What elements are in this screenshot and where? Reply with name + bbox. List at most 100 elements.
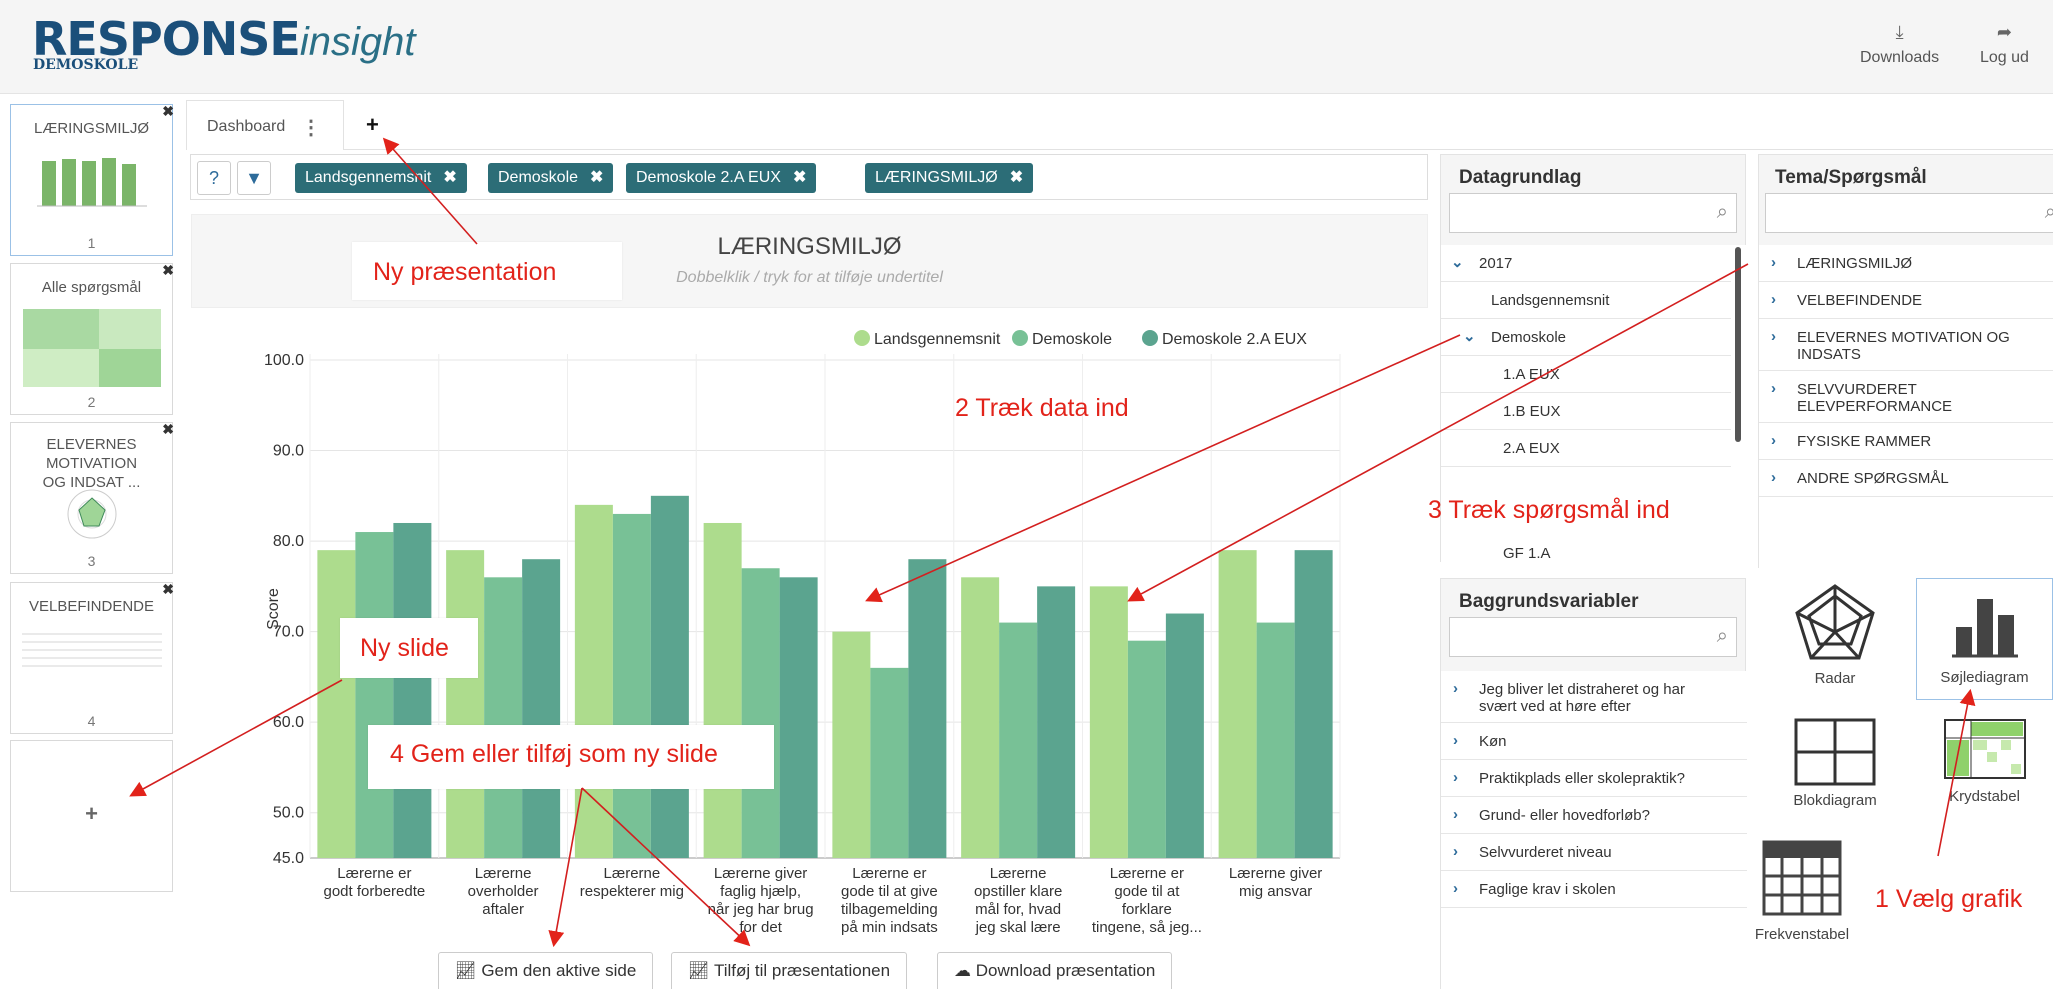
x-tick-label: mig ansvar	[1239, 883, 1312, 900]
x-tick-label: overholder	[468, 883, 539, 900]
filter-bar: ? ▼ Landsgennemsnit ✖ Demoskole ✖ Demoskol…	[190, 154, 1428, 200]
tema-item[interactable]: › SELVVURDERET ELEVPERFORMANCE	[1759, 371, 2053, 423]
baggrund-item[interactable]: › Jeg bliver let distraheret og har svært…	[1441, 671, 1747, 723]
block-graphic-button[interactable]: Blokdiagram	[1760, 718, 1910, 818]
filter-chip[interactable]: Landsgennemsnit ✖	[295, 163, 467, 193]
new-presentation-button[interactable]: +	[366, 112, 379, 138]
bar	[650, 495, 689, 858]
y-tick-label: 90.0	[273, 443, 304, 460]
close-slide-icon[interactable]: ✖	[162, 262, 174, 279]
baggrund-item[interactable]: › Faglige krav i skolen	[1441, 871, 1747, 908]
cross-table-graphic-button[interactable]: Krydstabel	[1916, 718, 2053, 828]
legend-marker	[854, 330, 870, 346]
bar	[393, 522, 432, 858]
filter-chip[interactable]: Demoskole 2.A EUX ✖	[626, 163, 817, 193]
y-tick-label: 45.0	[273, 850, 304, 867]
slide-thumbnail[interactable]: ELEVERNES MOTIVATION OG INDSAT ... 3 ✖	[10, 421, 174, 574]
baggrund-search-input[interactable]: ⌕	[1449, 617, 1737, 657]
bar	[446, 550, 485, 858]
x-tick-label: forklare	[1122, 901, 1172, 918]
tree-item[interactable]: Landsgennemsnit	[1441, 282, 1731, 319]
x-tick-label: aftaler	[482, 901, 524, 918]
add-to-presentation-button[interactable]: 📈︎ Tilføj til præsentationen	[671, 952, 908, 989]
chart-icon: 📈︎	[455, 961, 482, 980]
tema-item[interactable]: › VELBEFINDENDE	[1759, 282, 2053, 319]
remove-chip-icon: ✖	[1009, 169, 1024, 186]
help-icon[interactable]: ?	[197, 161, 231, 195]
search-icon: ⌕	[1716, 625, 1728, 647]
table-thumbnail-icon	[21, 633, 162, 667]
legend-marker	[1142, 330, 1158, 346]
tema-search-input[interactable]: ⌕	[1765, 193, 2053, 233]
legend-label: Demoskole	[1032, 331, 1112, 348]
x-tick-label: jeg skal lære	[975, 919, 1061, 936]
close-slide-icon[interactable]: ✖	[162, 103, 174, 120]
save-page-button[interactable]: 📈︎ Gem den aktive side	[438, 952, 654, 989]
block-diagram-thumbnail-icon	[22, 309, 161, 387]
baggrund-item[interactable]: › Køn	[1441, 723, 1747, 760]
logout-button[interactable]: ➦ Log ud	[1980, 22, 2029, 67]
close-slide-icon[interactable]: ✖	[162, 421, 174, 438]
filter-icon[interactable]: ▼	[237, 161, 271, 195]
scrollbar[interactable]	[1735, 247, 1741, 442]
x-tick-label: faglig hjælp,	[720, 883, 801, 900]
tree-item[interactable]: 1.B EUX	[1441, 393, 1731, 430]
downloads-button[interactable]: ⤓ Downloads	[1860, 22, 1939, 67]
annotation-save: 4 Gem eller tilføj som ny slide	[390, 740, 718, 768]
bar	[908, 559, 947, 858]
annotation-new-slide: Ny slide	[360, 634, 449, 662]
tree-item[interactable]: 2.A EUX	[1441, 430, 1731, 467]
bar	[1165, 613, 1204, 858]
tema-item[interactable]: › ELEVERNES MOTIVATION OG INDSATS	[1759, 319, 2053, 371]
tema-list: › LÆRINGSMILJØ › VELBEFINDENDE › ELEVERNES …	[1759, 245, 2053, 569]
bar	[1037, 586, 1076, 858]
annotation-drag-question: 3 Træk spørgsmål ind	[1428, 496, 1670, 524]
tema-item[interactable]: › FYSISKE RAMMER	[1759, 423, 2053, 460]
x-tick-label: Lærerne	[990, 865, 1047, 882]
tab-dashboard[interactable]: Dashboard ⋮	[186, 100, 344, 150]
radar-graphic-button[interactable]: Radar	[1760, 582, 1910, 702]
baggrund-item[interactable]: › Praktikplads eller skolepraktik?	[1441, 760, 1747, 797]
y-axis-label: Score	[265, 588, 282, 630]
baggrund-item[interactable]: › Selvvurderet niveau	[1441, 834, 1747, 871]
datagrundlag-search-input[interactable]: ⌕	[1449, 193, 1737, 233]
bar-graphic-button[interactable]: Søjlediagram	[1916, 578, 2053, 700]
download-presentation-button[interactable]: ☁ Download præsentation	[937, 952, 1173, 989]
x-tick-label: Lærerne giver	[714, 865, 807, 882]
annotation-choose-graphic: 1 Vælg grafik	[1875, 885, 2023, 913]
slide-thumbnail[interactable]: VELBEFINDENDE 4 ✖	[10, 581, 174, 734]
y-tick-label: 80.0	[273, 533, 304, 550]
x-tick-label: når jeg har brug	[708, 901, 814, 918]
slide-thumbnail[interactable]: LÆRINGSMILJØ 1 ✖	[10, 103, 174, 256]
x-tick-label: Lærerne	[604, 865, 661, 882]
baggrund-panel: Baggrundsvariabler ⌕ › Jeg bliver let dis…	[1440, 578, 1747, 990]
bar	[703, 522, 742, 858]
close-slide-icon[interactable]: ✖	[162, 581, 174, 598]
add-slide-button[interactable]: +	[10, 740, 173, 892]
tema-panel: Tema/Spørgsmål ⌕ › LÆRINGSMILJØ › VELBEFIN…	[1758, 154, 2053, 569]
filter-chip[interactable]: LÆRINGSMILJØ ✖	[865, 163, 1034, 193]
app-header: RESPONSEinsight DEMOSKOLE ⤓ Downloads ➦ …	[0, 0, 2053, 94]
tree-item[interactable]: ⌄ Demoskole	[1441, 319, 1731, 356]
bar-chart-thumbnail-icon	[36, 158, 147, 207]
annotation-new-presentation: Ny præsentation	[373, 258, 557, 286]
x-tick-label: Lærerne	[475, 865, 532, 882]
tab-menu-icon[interactable]: ⋮	[301, 115, 321, 140]
y-tick-label: 100.0	[264, 352, 304, 369]
radar-thumbnail-icon	[67, 489, 116, 539]
frequency-table-graphic-button[interactable]: Frekvenstabel	[1742, 840, 1862, 950]
tree-item[interactable]: GF 1.A	[1441, 535, 1731, 563]
tree-item[interactable]: 1.A EUX	[1441, 356, 1731, 393]
bar	[1127, 640, 1166, 858]
cross-table-icon	[1943, 719, 2026, 779]
baggrund-item[interactable]: › Grund- eller hovedforløb?	[1441, 797, 1747, 834]
tema-item[interactable]: › LÆRINGSMILJØ	[1759, 245, 2053, 282]
bar	[1089, 586, 1128, 858]
filter-chip[interactable]: Demoskole ✖	[488, 163, 614, 193]
annotation-drag-data: 2 Træk data ind	[955, 394, 1129, 422]
tema-item[interactable]: › ANDRE SPØRGSMÅL	[1759, 460, 2053, 497]
school-name: DEMOSKOLE	[33, 57, 139, 73]
tree-item[interactable]: ⌄ 2017	[1441, 245, 1731, 282]
slide-thumbnail[interactable]: Alle spørgsmål 2 ✖	[10, 262, 174, 415]
legend-marker	[1012, 330, 1028, 346]
